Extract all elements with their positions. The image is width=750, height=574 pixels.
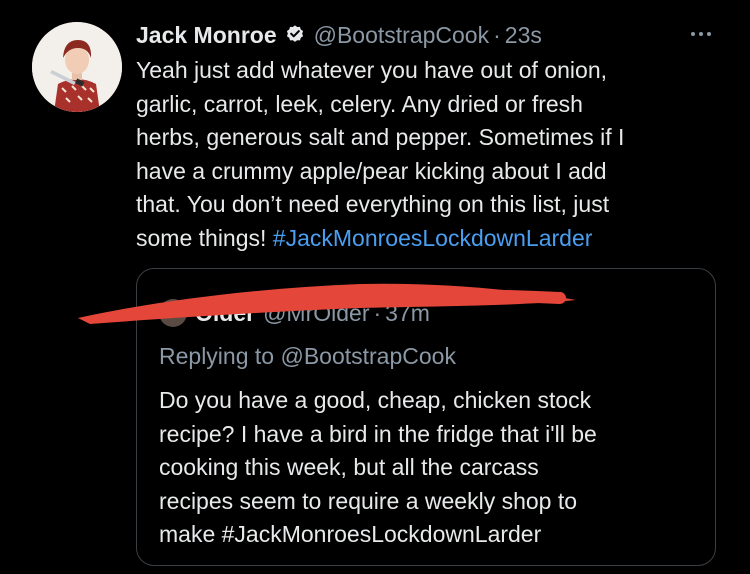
replying-label: Replying to — [159, 343, 281, 369]
quoted-handle[interactable]: @MrOlder — [263, 300, 369, 327]
separator-dot: · — [493, 21, 501, 48]
verified-badge-icon — [284, 24, 306, 46]
quoted-text-line: recipe? I have a bird in the fridge that… — [159, 420, 597, 447]
quoted-avatar[interactable] — [159, 299, 187, 327]
quoted-tweet[interactable]: Older @MrOlder · 37m Replying to @Bootst… — [136, 268, 716, 566]
avatar[interactable] — [32, 22, 122, 112]
hashtag-link[interactable]: #JackMonroesLockdownLarder — [273, 225, 593, 251]
tweet-text-line: Yeah just add whatever you have out of o… — [136, 57, 607, 83]
tweet-header: Jack Monroe @BootstrapCook · 23s — [136, 18, 542, 52]
tweet-text-line: that. You don’t need everything on this … — [136, 191, 610, 217]
tweet-text-fragment: some things! — [136, 224, 273, 251]
quoted-display-name[interactable]: Older — [195, 300, 255, 327]
quoted-text-line: recipes seem to require a weekly shop to — [159, 487, 578, 514]
timestamp[interactable]: 23s — [505, 22, 542, 49]
quoted-hashtag: #JackMonroesLockdownLarder — [221, 521, 542, 547]
profile-photo-icon — [32, 22, 122, 112]
tweet-text-line: garlic, carrot, leek, celery. Any dried … — [136, 90, 583, 117]
tweet[interactable]: Jack Monroe @BootstrapCook · 23s Yeah ju… — [0, 0, 750, 574]
quoted-timestamp[interactable]: 37m — [385, 300, 430, 327]
replying-to: Replying to @BootstrapCook — [159, 343, 456, 370]
display-name[interactable]: Jack Monroe — [136, 22, 277, 49]
quoted-tweet-text: Do you have a good, cheap, chicken stock… — [159, 384, 699, 552]
more-options-icon[interactable] — [684, 22, 718, 46]
user-handle[interactable]: @BootstrapCook — [314, 22, 490, 49]
quoted-text-line-last: make #JackMonroesLockdownLarder — [159, 518, 699, 552]
separator-dot: · — [373, 299, 382, 326]
quoted-text-line: cooking this week, but all the carcass — [159, 454, 539, 480]
quoted-text-fragment: make — [159, 521, 222, 547]
tweet-text: Yeah just add whatever you have out of o… — [136, 54, 726, 255]
quoted-text-line: Do you have a good, cheap, chicken stock — [159, 387, 592, 413]
tweet-text-line: have a crummy apple/pear kicking about I… — [136, 157, 607, 184]
quoted-tweet-header: Older @MrOlder · 37m — [159, 297, 430, 329]
tweet-text-line-last: some things! #JackMonroesLockdownLarder — [136, 222, 726, 256]
tweet-text-line: herbs, generous salt and pepper. Sometim… — [136, 124, 625, 150]
replying-mention[interactable]: @BootstrapCook — [280, 343, 456, 369]
